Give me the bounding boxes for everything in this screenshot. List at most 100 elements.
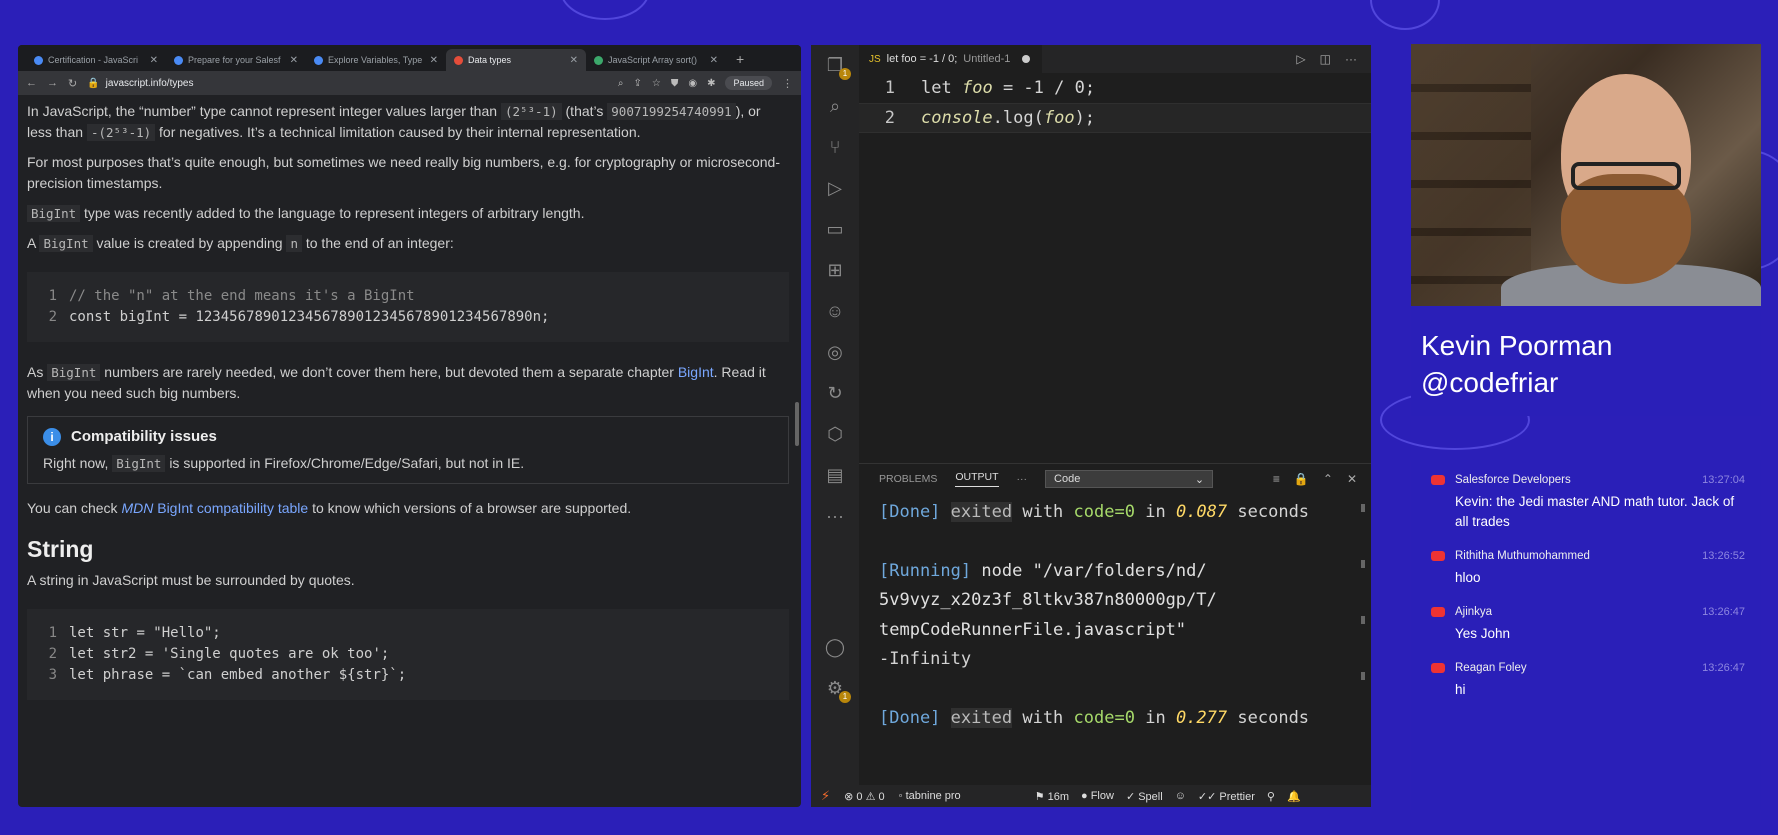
run-icon[interactable]: ▷ (1296, 52, 1305, 66)
remote-explorer-icon[interactable]: ▭ (823, 217, 847, 241)
split-editor-icon[interactable]: ◫ (1320, 52, 1331, 66)
feedback-icon[interactable]: ⚲ (1267, 790, 1275, 803)
output-line: [Running] node "/var/folders/nd/ (879, 560, 1207, 581)
forward-icon[interactable]: → (47, 77, 58, 89)
chevron-down-icon: ⌄ (1194, 473, 1205, 486)
browser-tabstrip: Certification - JavaScri ✕ Prepare for y… (18, 45, 801, 71)
shield-icon[interactable]: ⛊ (671, 78, 679, 89)
extension-icon[interactable]: ◉ (688, 78, 697, 89)
cube-icon[interactable]: ⬡ (823, 422, 847, 446)
close-icon[interactable]: ✕ (430, 55, 438, 66)
maximize-panel-icon[interactable]: ⌃ (1323, 472, 1333, 486)
tab-problems[interactable]: PROBLEMS (879, 473, 937, 485)
presenter-handle: @codefriar (1421, 367, 1559, 398)
problems-status[interactable]: ⊗ 0 ⚠ 0 (844, 790, 885, 803)
browser-tab-prepare[interactable]: Prepare for your Salesf ✕ (166, 49, 306, 71)
clear-output-icon[interactable]: ≡ (1273, 472, 1280, 486)
more-icon[interactable]: ··· (823, 504, 847, 528)
output-panel: PROBLEMS OUTPUT ··· Code ⌄ ≡ 🔒 ⌃ ✕ [Done]… (859, 463, 1371, 785)
js-file-icon: JS (869, 53, 881, 65)
star-icon[interactable]: ☆ (652, 78, 661, 89)
prettier-status[interactable]: ✓✓ Prettier (1198, 790, 1255, 803)
live-share-icon[interactable]: ↻ (823, 381, 847, 405)
tabnine-status[interactable]: ◦ tabnine pro (899, 790, 961, 802)
close-icon[interactable]: ✕ (150, 55, 158, 66)
chat-time: 13:27:04 (1702, 474, 1745, 486)
bell-icon[interactable]: 🔔 (1287, 790, 1301, 803)
output-channel-select[interactable]: Code ⌄ (1045, 470, 1214, 488)
background-circle (560, 0, 650, 20)
browser-tab-array-sort[interactable]: JavaScript Array sort() ✕ (586, 49, 726, 71)
puzzle-icon[interactable]: ✱ (707, 78, 715, 89)
settings-gear-icon[interactable]: ⚙ 1 (823, 676, 851, 703)
chat-time: 13:26:52 (1702, 550, 1745, 562)
site-icon (454, 55, 463, 65)
live-chat: Salesforce Developers 13:27:04 Kevin: the… (1411, 460, 1761, 810)
lock-scroll-icon[interactable]: 🔒 (1294, 472, 1309, 486)
chat-time: 13:26:47 (1702, 662, 1745, 674)
output-line: 5v9vyz_x20z3f_8ltkv387n80000gp/T/ (879, 590, 1217, 610)
article-content: In JavaScript, the “number” type cannot … (18, 101, 801, 700)
folder-icon[interactable]: ▤ (823, 463, 847, 487)
output-line: -Infinity (879, 649, 972, 669)
chat-author: Ajinkya (1455, 606, 1493, 618)
close-panel-icon[interactable]: ✕ (1347, 472, 1357, 486)
bigint-chapter-link[interactable]: BigInt (678, 364, 714, 380)
scrollbar[interactable] (795, 402, 799, 446)
search-icon[interactable]: ⌕ (823, 94, 847, 118)
remote-icon[interactable]: ⚡ (821, 788, 830, 804)
chat-message: Rithitha Muthumohammed 13:26:52 hloo (1431, 550, 1745, 588)
zoom-icon[interactable]: ⌕ (618, 78, 624, 89)
github-icon[interactable]: ◎ (823, 340, 847, 364)
browser-tab-certification[interactable]: Certification - JavaScri ✕ (26, 49, 166, 71)
more-actions-icon[interactable]: ··· (1345, 52, 1357, 66)
share-icon[interactable]: ⇪ (633, 78, 641, 89)
output-text[interactable]: [Done] exited with code=0 in 0.087 secon… (859, 494, 1371, 733)
copilot-icon[interactable]: ☺ (823, 299, 847, 323)
browser-tab-data-types[interactable]: Data types ✕ (446, 49, 586, 71)
editor-tab-subtitle: Untitled-1 (963, 53, 1011, 65)
section-heading-string: String (27, 536, 94, 562)
close-icon[interactable]: ✕ (710, 55, 718, 66)
reload-icon[interactable]: ↻ (68, 77, 77, 90)
background-circle (1370, 0, 1440, 30)
paused-profile-button[interactable]: Paused (725, 76, 772, 90)
new-tab-icon[interactable]: + (726, 51, 754, 71)
editor-tab-untitled[interactable]: JS let foo = -1 / 0; Untitled-1 (859, 45, 1043, 73)
inline-code: n (286, 235, 302, 252)
mdn-compat-link[interactable]: MDN BigInt compatibility table (121, 500, 308, 516)
extensions-icon[interactable]: ⊞ (823, 258, 847, 282)
output-scrollbar[interactable] (1361, 504, 1367, 734)
editor-tab-bar: JS let foo = -1 / 0; Untitled-1 ▷ ◫ ··· (859, 45, 1371, 73)
inline-code: -(2⁵³-1) (86, 124, 156, 141)
explorer-icon[interactable]: ❐ 1 (823, 53, 851, 80)
time-status[interactable]: ⚑ 16m (1035, 790, 1069, 803)
tab-output[interactable]: OUTPUT (955, 471, 999, 487)
editor-line[interactable]: 1 let foo = -1 / 0; (859, 73, 1371, 103)
bookshelf (1411, 44, 1531, 306)
unsaved-dot-icon[interactable] (1022, 55, 1031, 63)
flow-status[interactable]: ● Flow (1081, 790, 1114, 803)
globe-icon (34, 55, 43, 65)
menu-icon[interactable]: ⋮ (782, 77, 793, 90)
inline-code: BigInt (47, 364, 101, 381)
address-bar[interactable]: 🔒 javascript.info/types (87, 78, 608, 89)
account-icon[interactable]: ◯ (823, 635, 847, 659)
spell-status[interactable]: ✓ Spell (1126, 790, 1163, 803)
code-editor[interactable]: 1 let foo = -1 / 0; 2 console.log(foo); (859, 73, 1371, 503)
close-icon[interactable]: ✕ (290, 55, 298, 66)
copilot-status-icon[interactable]: ☺ (1175, 790, 1186, 803)
run-debug-icon[interactable]: ▷ (823, 176, 847, 200)
globe-icon (314, 55, 323, 65)
source-control-icon[interactable]: ⑂ (823, 135, 847, 159)
editor-line[interactable]: 2 console.log(foo); (859, 103, 1371, 133)
paragraph: A BigInt value is created by appending n… (27, 235, 454, 252)
chat-message: Salesforce Developers 13:27:04 Kevin: the… (1431, 474, 1745, 532)
close-icon[interactable]: ✕ (570, 55, 578, 66)
paragraph: You can check MDN BigInt compatibility t… (27, 500, 632, 516)
chat-message: Ajinkya 13:26:47 Yes John (1431, 606, 1745, 644)
panel-more-icon[interactable]: ··· (1017, 473, 1028, 485)
paragraph: In JavaScript, the “number” type cannot … (27, 103, 761, 141)
browser-tab-explore[interactable]: Explore Variables, Type ✕ (306, 49, 446, 71)
back-icon[interactable]: ← (26, 77, 37, 89)
